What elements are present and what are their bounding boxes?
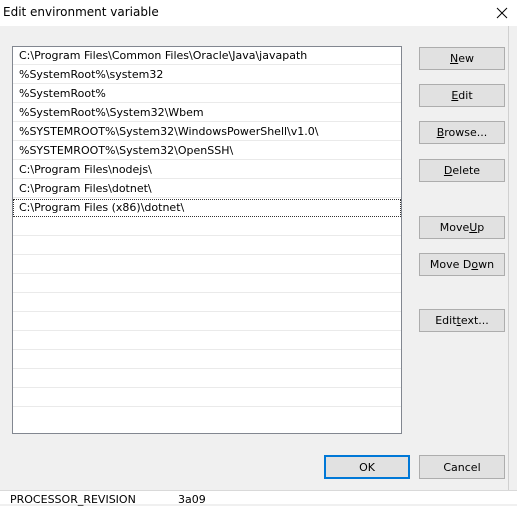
move-up-button[interactable]: Move Up — [419, 216, 505, 239]
empty-row[interactable] — [13, 408, 401, 426]
empty-row[interactable] — [13, 237, 401, 255]
list-item-text: %SystemRoot% — [19, 87, 106, 100]
empty-row[interactable] — [13, 275, 401, 293]
empty-row[interactable] — [13, 332, 401, 350]
button-label: Move D — [429, 258, 472, 271]
empty-row[interactable] — [13, 351, 401, 369]
button-label: Edit — [435, 314, 457, 327]
window-title: Edit environment variable — [3, 5, 159, 19]
list-item[interactable]: %SystemRoot%\System32\Wbem — [13, 104, 401, 122]
path-list[interactable]: C:\Program Files\Common Files\Oracle\Jav… — [12, 46, 402, 434]
list-item[interactable]: %SYSTEMROOT%\System32\OpenSSH\ — [13, 142, 401, 160]
list-item-text: C:\Program Files (x86)\dotnet\ — [19, 201, 185, 214]
delete-button[interactable]: Delete — [419, 159, 505, 182]
background-variable-name: PROCESSOR_REVISION — [10, 493, 136, 506]
button-label: dit — [458, 89, 473, 102]
button-label: rowse... — [444, 126, 488, 139]
ok-button[interactable]: OK — [324, 455, 410, 479]
empty-row[interactable] — [13, 294, 401, 312]
list-item-text: C:\Program Files\Common Files\Oracle\Jav… — [19, 49, 308, 62]
title-bar: Edit environment variable — [0, 0, 517, 26]
empty-row[interactable] — [13, 370, 401, 388]
move-down-button[interactable]: Move Do wn — [419, 253, 505, 276]
list-item[interactable]: C:\Program Files\Common Files\Oracle\Jav… — [13, 47, 401, 65]
browse-button[interactable]: Browse... — [419, 121, 505, 144]
list-item[interactable]: C:\Program Files\nodejs\ — [13, 161, 401, 179]
new-button[interactable]: New — [419, 47, 505, 70]
list-item-text: %SystemRoot%\System32\Wbem — [19, 106, 204, 119]
close-button[interactable] — [487, 0, 517, 26]
button-label: wn — [478, 258, 495, 271]
list-item[interactable]: %SystemRoot% — [13, 85, 401, 103]
list-item-text: C:\Program Files\nodejs\ — [19, 163, 152, 176]
empty-row[interactable] — [13, 218, 401, 236]
empty-row[interactable] — [13, 313, 401, 331]
access-key: E — [451, 89, 459, 102]
access-key: U — [469, 221, 478, 234]
button-label: elete — [452, 164, 481, 177]
button-label: Move — [439, 221, 470, 234]
list-item-text: %SystemRoot%\system32 — [19, 68, 164, 81]
button-label: OK — [359, 460, 375, 474]
edit-text-button[interactable]: Edit t ext... — [419, 309, 505, 332]
list-item-text: %SYSTEMROOT%\System32\WindowsPowerShell\… — [19, 125, 319, 138]
access-key: N — [450, 52, 459, 65]
list-item[interactable]: C:\Program Files\dotnet\ — [13, 180, 401, 198]
empty-row[interactable] — [13, 256, 401, 274]
list-item-text: C:\Program Files\dotnet\ — [19, 182, 152, 195]
list-item-text: %SYSTEMROOT%\System32\OpenSSH\ — [19, 144, 234, 157]
list-item[interactable]: %SystemRoot%\system32 — [13, 66, 401, 84]
close-icon — [496, 7, 508, 19]
button-label: ext... — [460, 314, 489, 327]
access-key: D — [443, 164, 453, 177]
access-key: B — [436, 126, 445, 139]
list-item-selected[interactable]: C:\Program Files (x86)\dotnet\ — [13, 199, 401, 217]
access-key: o — [471, 258, 479, 271]
background-variable-value: 3a09 — [178, 493, 206, 506]
list-item[interactable]: %SYSTEMROOT%\System32\WindowsPowerShell\… — [13, 123, 401, 141]
cancel-button[interactable]: Cancel — [419, 455, 505, 479]
button-label: Cancel — [443, 460, 481, 474]
button-label: ew — [458, 52, 474, 65]
edit-button[interactable]: Edit — [419, 84, 505, 107]
empty-row[interactable] — [13, 389, 401, 407]
button-label: p — [477, 221, 485, 234]
dialog-border — [508, 26, 509, 492]
background-window-strip: PROCESSOR_REVISION 3a09 — [0, 490, 517, 506]
